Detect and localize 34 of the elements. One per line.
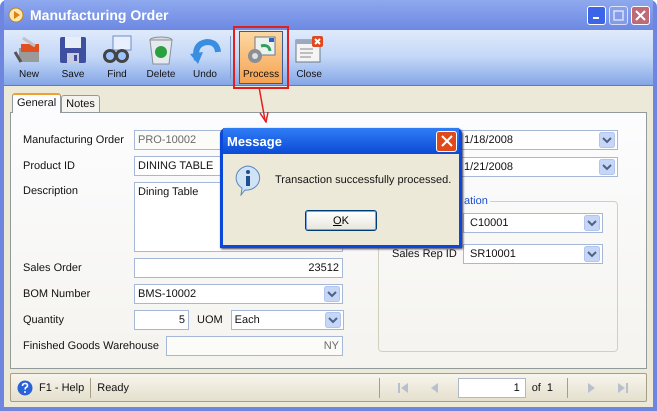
dropdown-field[interactable]: Each — [230, 310, 344, 330]
tab[interactable]: Notes — [61, 95, 100, 112]
toolbar-button[interactable]: Save — [54, 32, 92, 83]
field-label: Manufacturing Order — [23, 134, 125, 146]
toolbar-button[interactable]: Close — [290, 32, 328, 83]
field-label: Finished Goods Warehouse — [23, 340, 159, 352]
page-of-label: of — [532, 382, 541, 394]
page-field[interactable]: 1 — [458, 378, 526, 398]
field-label: Sales Order — [23, 262, 83, 274]
dropdown-field[interactable]: C10001 — [463, 213, 603, 233]
toolbar-button[interactable]: Undo — [186, 32, 224, 83]
field-label: BOM Number — [23, 288, 92, 300]
dropdown-field[interactable]: SR10001 — [463, 244, 603, 264]
number-field[interactable]: 5 — [134, 310, 189, 330]
toolbar-button[interactable]: Delete — [142, 32, 180, 83]
status-text: Ready — [97, 382, 130, 394]
toolbar-button[interactable]: Process — [239, 31, 284, 84]
field-label: Quantity — [23, 314, 65, 326]
toolbar-button[interactable]: New — [10, 32, 48, 83]
page-total: 1 — [546, 382, 553, 394]
field-label: UOM — [197, 314, 223, 326]
window-title: Manufacturing Order — [30, 7, 170, 23]
number-field[interactable]: 23512 — [134, 258, 343, 278]
field-label: Product ID — [23, 160, 76, 172]
dropdown-field[interactable]: BMS-10002 — [134, 284, 343, 304]
help-label: F1 - Help — [39, 382, 84, 394]
field-label: Sales Rep ID — [392, 248, 458, 260]
field-label: Description — [23, 184, 80, 197]
message-text: Transaction successfully processed. — [275, 174, 452, 186]
toolbar-button[interactable]: Find — [98, 32, 136, 83]
ok-button[interactable]: OK — [305, 210, 377, 231]
tab[interactable]: General — [12, 93, 62, 113]
dialog-title: Message — [227, 134, 282, 148]
group-title: ation — [463, 195, 489, 207]
